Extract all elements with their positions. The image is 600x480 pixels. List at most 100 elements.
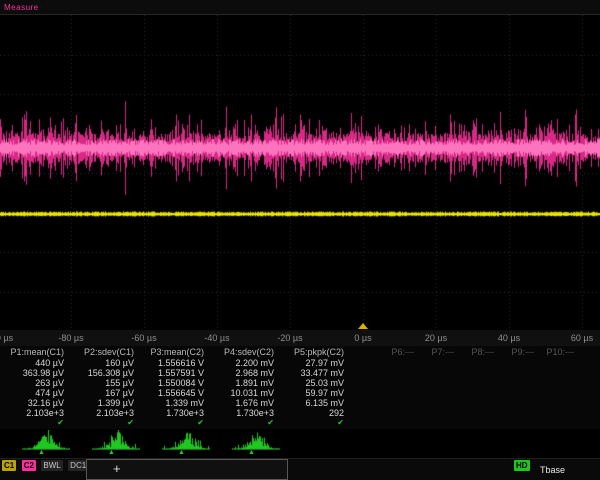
histicon-p2[interactable]: ▲	[92, 430, 140, 458]
waveform-canvas[interactable]	[0, 15, 600, 331]
measure-header-p8[interactable]: P8:---	[460, 346, 500, 358]
measure-value	[460, 358, 500, 368]
histicon-p1[interactable]: ▲	[22, 430, 70, 458]
measure-value: 1.557591 V	[140, 368, 210, 378]
measure-value: 32.16 µV	[0, 398, 70, 408]
measure-value	[350, 388, 420, 398]
measure-value: 1.550084 V	[140, 378, 210, 388]
time-axis: -100 µs-80 µs-60 µs-40 µs-20 µs0 µs20 µs…	[0, 330, 600, 346]
measure-value: 155 µV	[70, 378, 140, 388]
measure-value: 2.103e+3	[70, 408, 140, 418]
measure-value: 156.308 µV	[70, 368, 140, 378]
measure-header-p1[interactable]: P1:mean(C1)	[0, 346, 70, 358]
measure-header-p9[interactable]: P9:---	[500, 346, 540, 358]
timebase-row1: HD Tbase	[514, 460, 600, 478]
measure-value	[540, 358, 580, 368]
c2-channel-chip[interactable]: C2	[22, 460, 36, 471]
measure-header-p4[interactable]: P4:sdev(C2)	[210, 346, 280, 358]
measure-value: 1.730e+3	[210, 408, 280, 418]
time-axis-label: -100 µs	[0, 333, 13, 343]
time-axis-label: -20 µs	[277, 333, 302, 343]
hist-marker-icon: ▲	[108, 449, 115, 457]
measure-value	[420, 358, 460, 368]
c1-channel-chip[interactable]: C1	[2, 460, 16, 471]
measure-status-check: ✔	[0, 418, 70, 428]
measure-value: 2.103e+3	[0, 408, 70, 418]
measure-header-p2[interactable]: P2:sdev(C1)	[70, 346, 140, 358]
measure-value: 25.03 mV	[280, 378, 350, 388]
measure-value	[500, 398, 540, 408]
measure-value	[540, 408, 580, 418]
measure-value	[420, 378, 460, 388]
measure-value	[460, 378, 500, 388]
measure-value	[500, 408, 540, 418]
measure-value	[540, 388, 580, 398]
measure-header-p7[interactable]: P7:---	[420, 346, 460, 358]
hist-marker-icon: ▲	[38, 449, 45, 457]
measure-header-p6[interactable]: P6:---	[350, 346, 420, 358]
measure-status-empty	[500, 418, 540, 428]
measure-value: 1.556616 V	[140, 358, 210, 368]
trigger-time-marker[interactable]	[358, 323, 368, 329]
measure-value	[350, 358, 420, 368]
measure-value: 440 µV	[0, 358, 70, 368]
time-axis-label: 20 µs	[425, 333, 447, 343]
histicon-p3[interactable]: ▲	[162, 430, 210, 458]
measure-value: 6.135 mV	[280, 398, 350, 408]
add-trace-box[interactable]: +	[86, 459, 288, 480]
top-bar: Measure	[0, 0, 600, 14]
bandwidth-limit-chip[interactable]: BWL	[41, 460, 62, 471]
measure-value	[420, 388, 460, 398]
measure-value	[500, 358, 540, 368]
plus-icon[interactable]: +	[113, 462, 121, 476]
measure-status-check: ✔	[280, 418, 350, 428]
measure-value: 2.200 mV	[210, 358, 280, 368]
measure-value: 1.730e+3	[140, 408, 210, 418]
measure-value	[540, 368, 580, 378]
measure-table: P1:mean(C1)P2:sdev(C1)P3:mean(C2)P4:sdev…	[0, 346, 600, 429]
measure-value: 10.031 mV	[210, 388, 280, 398]
oscilloscope-screen: Measure -100 µs-80 µs-60 µs-40 µs-20 µs0…	[0, 0, 600, 480]
measure-status-check: ✔	[140, 418, 210, 428]
time-axis-label: 40 µs	[498, 333, 520, 343]
measure-value	[420, 368, 460, 378]
measure-value: 1.339 mV	[140, 398, 210, 408]
timebase-descriptor[interactable]: HD Tbase 13 Bits 20.0 µs	[514, 460, 600, 480]
time-axis-label: -80 µs	[58, 333, 83, 343]
measure-status-empty	[460, 418, 500, 428]
hd-badge: HD	[514, 460, 530, 471]
measure-value	[540, 398, 580, 408]
measure-status-empty	[540, 418, 580, 428]
measure-value	[350, 378, 420, 388]
measure-value	[420, 408, 460, 418]
measure-value	[350, 368, 420, 378]
measure-value: 263 µV	[0, 378, 70, 388]
measure-value: 160 µV	[70, 358, 140, 368]
measure-status-empty	[350, 418, 420, 428]
measure-value	[420, 398, 460, 408]
measure-value	[500, 378, 540, 388]
time-axis-label: -40 µs	[204, 333, 229, 343]
measure-header-p3[interactable]: P3:mean(C2)	[140, 346, 210, 358]
measure-value	[460, 398, 500, 408]
histicon-p4[interactable]: ▲	[232, 430, 280, 458]
measure-value	[460, 408, 500, 418]
top-left-indicator: Measure	[4, 3, 39, 12]
measure-value: 1.891 mV	[210, 378, 280, 388]
waveform-grid[interactable]	[0, 14, 600, 330]
measure-status-check: ✔	[210, 418, 280, 428]
measure-value: 1.556645 V	[140, 388, 210, 398]
measure-value: 474 µV	[0, 388, 70, 398]
histicon-canvas	[22, 430, 70, 450]
measure-value: 33.477 mV	[280, 368, 350, 378]
measure-value: 1.676 mV	[210, 398, 280, 408]
measure-value	[540, 378, 580, 388]
tbase-label: Tbase	[540, 465, 565, 475]
measure-value	[460, 368, 500, 378]
measure-header-p10[interactable]: P10:---	[540, 346, 580, 358]
measure-status-empty	[420, 418, 460, 428]
measure-value: 1.399 µV	[70, 398, 140, 408]
histicon-row: ▲ ▲ ▲ ▲	[0, 429, 600, 458]
histicon-canvas	[232, 430, 280, 450]
measure-header-p5[interactable]: P5:pkpk(C2)	[280, 346, 350, 358]
